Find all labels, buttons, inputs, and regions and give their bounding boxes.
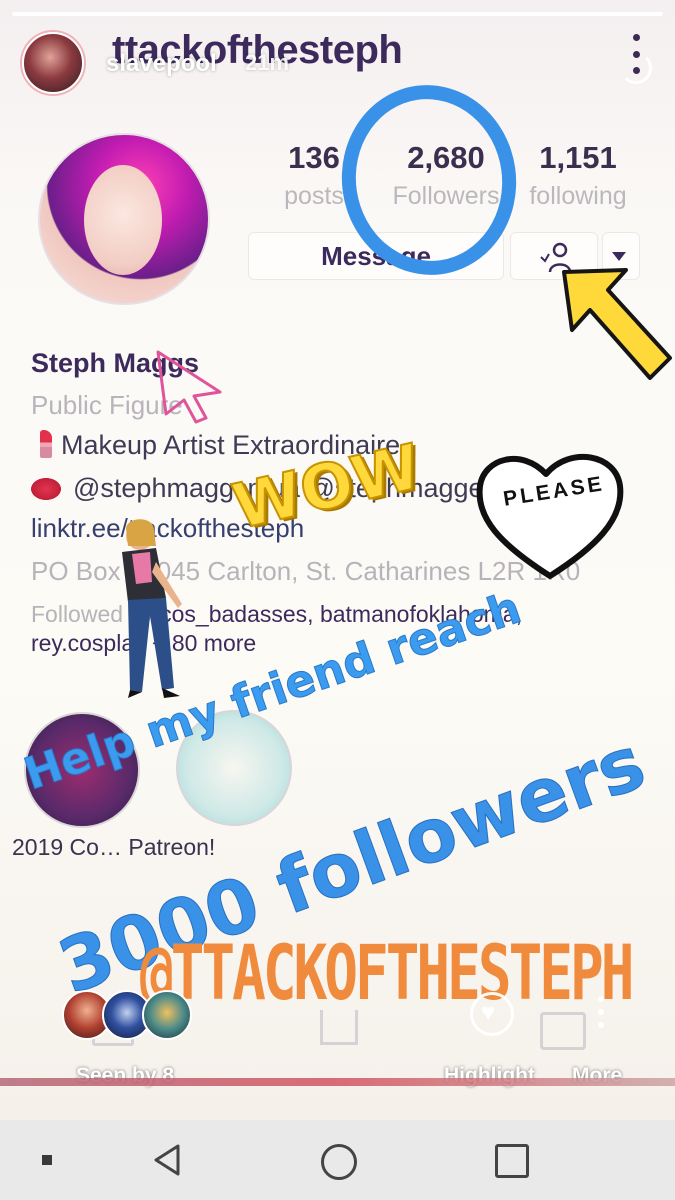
android-nav-bar — [0, 1120, 675, 1200]
home-icon[interactable] — [321, 1144, 357, 1180]
story-time-ago: 21m — [245, 50, 290, 75]
lips-icon — [31, 478, 61, 500]
bottom-strip — [0, 1078, 675, 1086]
heart-sticker — [476, 454, 624, 579]
story-progress-bar — [12, 12, 663, 16]
handle-text-sticker: @TTACKOFTHESTEPH — [140, 930, 634, 1018]
recents-icon[interactable] — [495, 1144, 529, 1178]
profile-photo — [38, 133, 210, 305]
nav-dot-icon[interactable] — [42, 1155, 52, 1165]
seen-by-avatars[interactable] — [62, 990, 202, 1040]
more-vertical-icon-footer[interactable] — [597, 996, 605, 1028]
viewer-avatar-3 — [142, 990, 192, 1040]
stat-following: 1,151 following — [508, 140, 648, 211]
story-author-avatar[interactable] — [22, 32, 84, 94]
figure-sticker — [122, 519, 182, 698]
loading-icon — [620, 52, 652, 84]
highlight-label: 2019 Co… Patreon! — [12, 834, 216, 860]
yellow-arrow-sticker — [562, 268, 672, 380]
story-author-username[interactable]: slavepool — [106, 50, 217, 78]
stat-following-value: 1,151 — [539, 140, 617, 175]
caret-down-icon — [612, 252, 626, 261]
profile-photo-face — [84, 165, 162, 275]
heart-icon[interactable] — [470, 992, 514, 1036]
lipstick-icon — [40, 430, 52, 458]
back-icon[interactable] — [150, 1142, 186, 1178]
story-view[interactable]: ttackofthesteph 136 posts 2,680 Follower… — [0, 0, 675, 1120]
story-progress-fill — [12, 12, 663, 16]
stat-following-label: following — [529, 182, 627, 210]
pink-cursor-sticker — [156, 350, 222, 424]
